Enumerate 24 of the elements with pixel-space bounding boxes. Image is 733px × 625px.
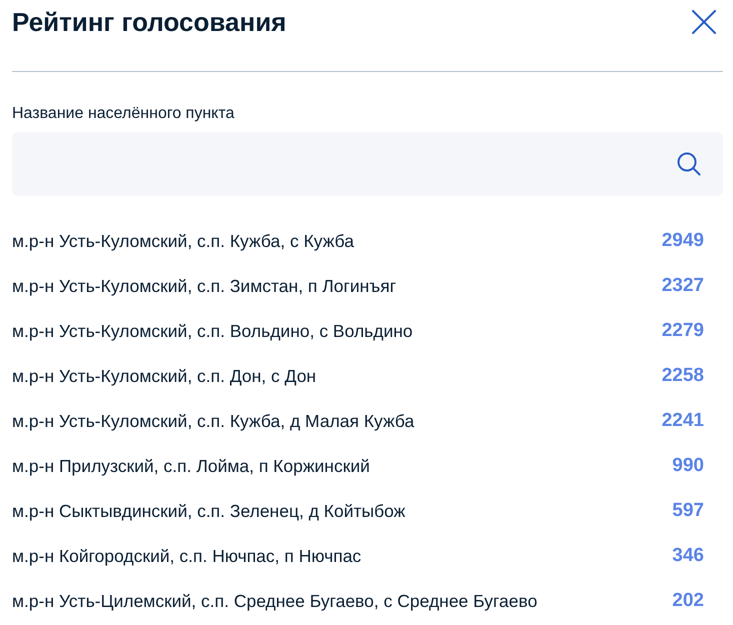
place-name: м.р-н Усть-Куломский, с.п. Вольдино, с Вольдино bbox=[12, 320, 413, 342]
search-field[interactable] bbox=[12, 132, 723, 196]
place-name: м.р-н Усть-Куломский, с.п. Кужба, с Кужба bbox=[12, 230, 354, 252]
place-name: м.р-н Усть-Куломский, с.п. Зимстан, п Логинъяг bbox=[12, 274, 396, 296]
search-icon[interactable] bbox=[677, 152, 701, 176]
field-label: Название населённого пункта bbox=[12, 104, 234, 124]
place-name: м.р-н Усть-Куломский, с.п. Дон, с Дон bbox=[12, 364, 316, 386]
place-name: м.р-н Прилузский, с.п. Лойма, п Коржинский bbox=[12, 454, 370, 476]
place-name: м.р-н Усть-Куломский, с.п. Кужба, д Малая Кужба bbox=[12, 410, 414, 432]
place-name: м.р-н Койгородский, с.п. Нючпас, п Нючпас bbox=[12, 544, 362, 566]
vote-count: 2279 bbox=[662, 320, 704, 342]
vote-count: 346 bbox=[672, 544, 704, 566]
place-name: м.р-н Сыктывдинский, с.п. Зеленец, д Койтыбож bbox=[12, 500, 406, 522]
place-name: м.р-н Усть-Цилемский, с.п. Среднее Бугаево, с Среднее Бугаево bbox=[12, 590, 538, 612]
vote-count: 2327 bbox=[662, 274, 704, 296]
vote-count: 990 bbox=[672, 454, 704, 476]
vote-count: 202 bbox=[672, 590, 704, 612]
vote-count: 2241 bbox=[662, 410, 704, 432]
close-button[interactable] bbox=[691, 9, 717, 35]
close-icon bbox=[692, 10, 716, 34]
vote-count: 2949 bbox=[662, 230, 704, 252]
dialog-title: Рейтинг голосования bbox=[12, 6, 286, 38]
vote-count: 2258 bbox=[662, 364, 704, 386]
vote-count: 597 bbox=[672, 500, 704, 522]
